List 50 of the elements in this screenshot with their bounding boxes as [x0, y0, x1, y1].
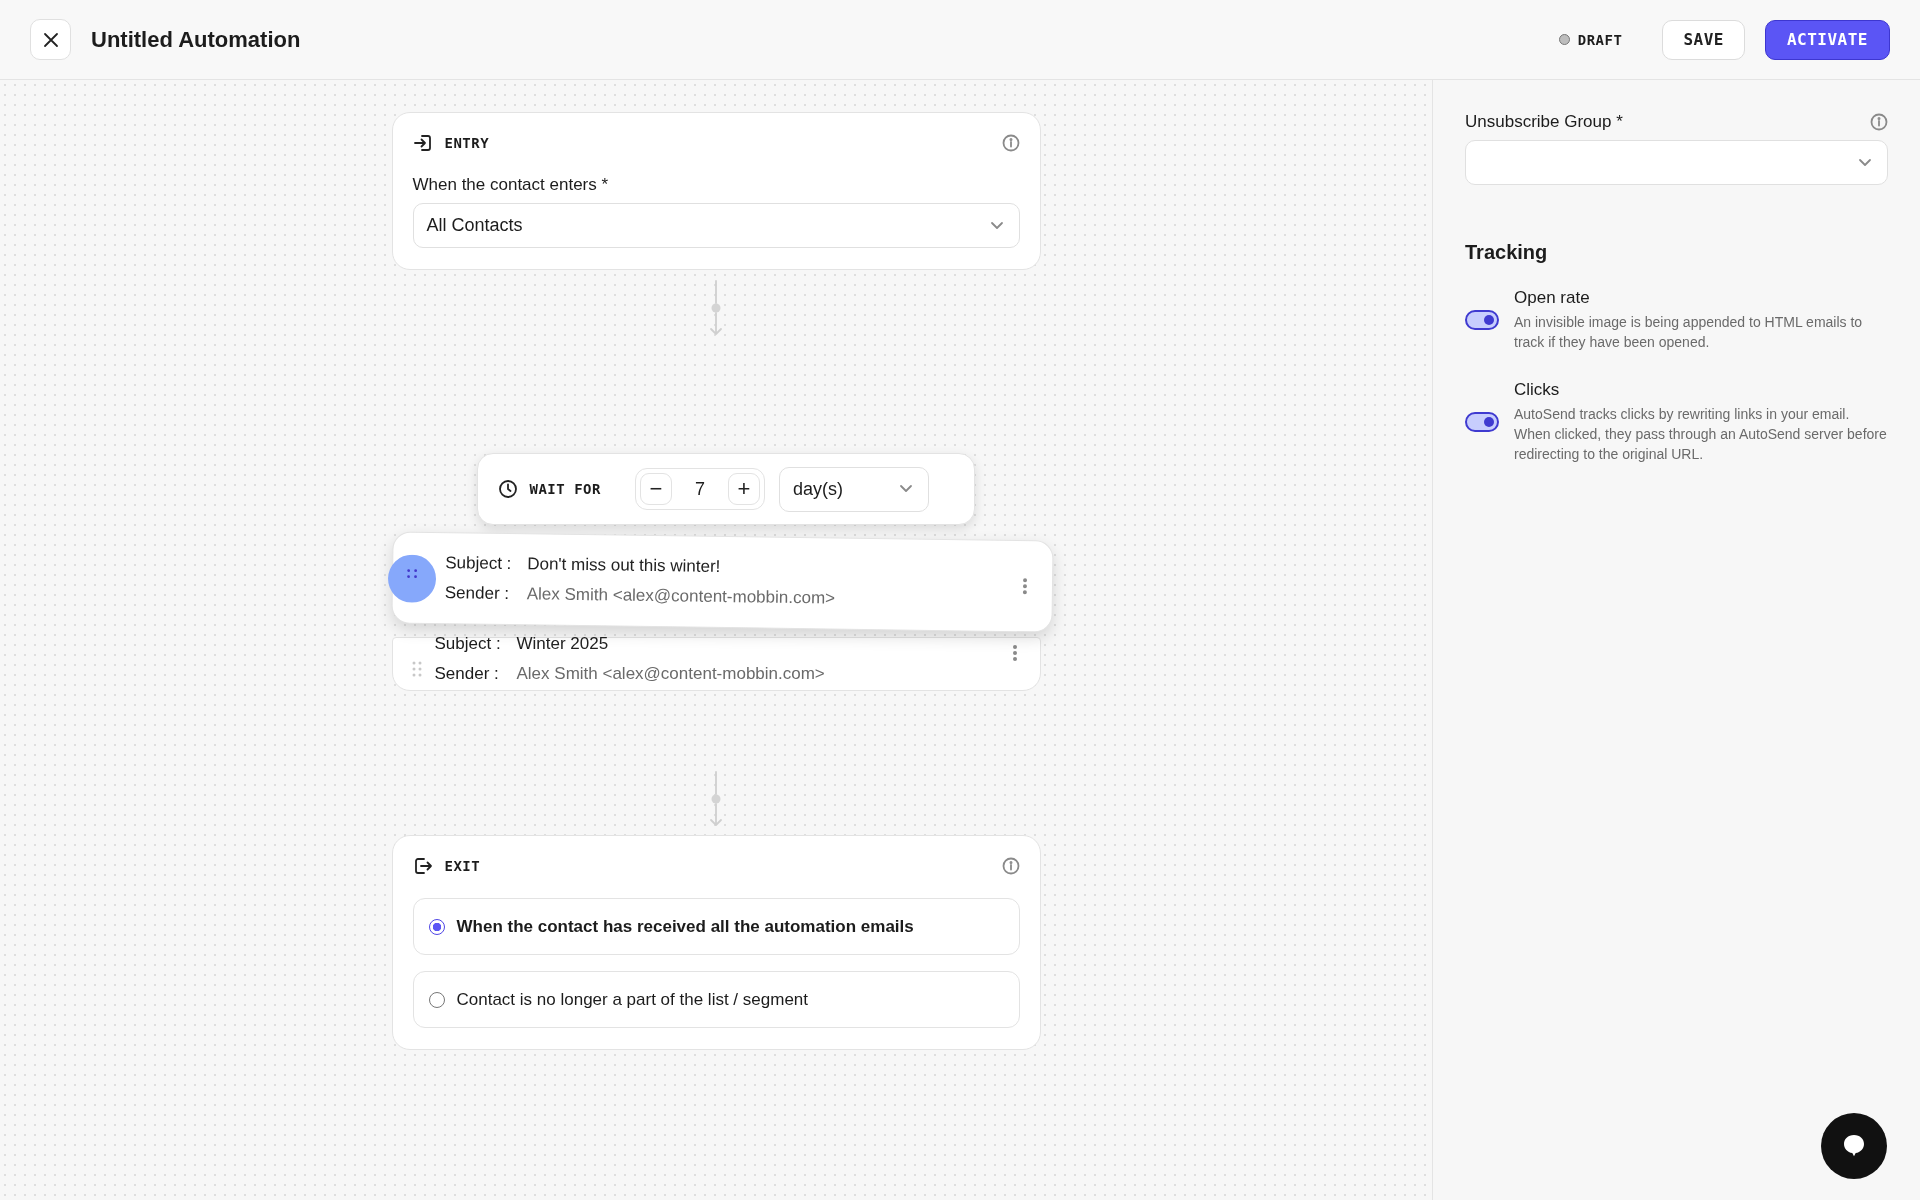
toggle-description: An invisible image is being appended to HTML emails to track if they have been opened. [1514, 313, 1864, 352]
unit-dropdown[interactable]: day(s) [778, 466, 929, 512]
email-card[interactable]: Subject : Winter 2025 Sender : Alex Smith <alex@content-mobbin.com> [391, 637, 1041, 691]
exit-option[interactable]: When the contact has received all the automation emails [412, 898, 1020, 955]
subject-label: Subject : [434, 634, 502, 654]
connector-arrow [709, 771, 723, 827]
node-heading: WAIT FOR [529, 481, 601, 497]
connector-arrow [709, 280, 723, 336]
increment-button[interactable]: + [727, 473, 760, 505]
close-icon [41, 30, 60, 49]
decrement-button[interactable]: − [639, 473, 672, 505]
drag-handle-icon[interactable] [387, 554, 436, 603]
sender-label: Sender : [444, 583, 510, 605]
info-icon[interactable] [1870, 113, 1888, 131]
email-subject: Don't miss out this winter! [526, 554, 720, 577]
more-icon[interactable] [1021, 577, 1028, 596]
radio-button[interactable] [428, 918, 445, 935]
email-subject: Winter 2025 [516, 634, 609, 654]
sign-in-icon [412, 133, 433, 153]
stepper-value: 7 [693, 478, 706, 500]
automation-title: Untitled Automation [91, 26, 301, 53]
subject-label: Subject : [444, 553, 513, 575]
exit-option[interactable]: Contact is no longer a part of the list / segment [412, 971, 1020, 1028]
section-heading: Tracking [1465, 241, 1549, 264]
status-label: DRAFT [1577, 31, 1623, 48]
save-button[interactable]: SAVE [1662, 19, 1745, 60]
info-icon[interactable] [1001, 134, 1020, 152]
field-label: When the contact enters * [412, 175, 610, 195]
toggle-title: Clicks [1514, 380, 1561, 400]
node-heading: ENTRY [444, 135, 490, 151]
toggle-switch[interactable] [1465, 412, 1499, 432]
field-label: Unsubscribe Group * [1465, 112, 1623, 132]
sign-out-icon [412, 856, 433, 876]
dragged-email-card[interactable]: Subject : Don't miss out this winter! Sender : Alex Smith <alex@content-mobbin.com> [390, 531, 1054, 633]
radio-button[interactable] [428, 991, 445, 1008]
email-sender: Alex Smith <alex@content-mobbin.com> [526, 584, 835, 609]
drag-handle-icon[interactable] [410, 660, 423, 678]
toggle-title: Open rate [1514, 288, 1591, 308]
toggle-description: AutoSend tracks clicks by rewriting links in your email. When clicked, they pass through an AutoSend server before redirecting to the original URL. [1514, 405, 1888, 464]
node-heading: EXIT [444, 858, 481, 874]
activate-button[interactable]: ACTIVATE [1764, 19, 1890, 60]
sender-label: Sender : [434, 664, 500, 684]
info-icon[interactable] [1001, 857, 1020, 875]
close-button[interactable] [30, 19, 71, 60]
email-sender: Alex Smith <alex@content-mobbin.com> [516, 664, 825, 684]
status-dot [1558, 34, 1570, 45]
toggle-switch[interactable] [1465, 310, 1499, 330]
contacts-dropdown[interactable]: All Contacts [412, 203, 1020, 248]
clock-icon [497, 479, 518, 499]
more-icon[interactable] [1011, 644, 1018, 662]
